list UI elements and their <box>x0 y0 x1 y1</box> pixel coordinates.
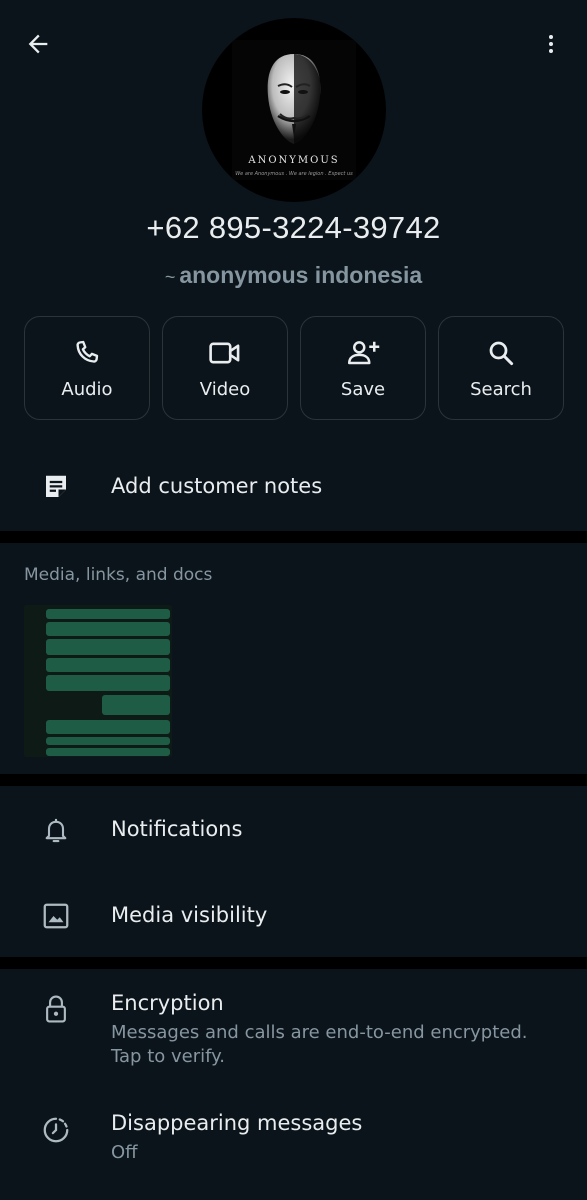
avatar-title: ANONYMOUS <box>248 155 340 166</box>
video-call-label: Video <box>199 378 251 400</box>
action-buttons: Audio Video Save Search <box>24 316 564 422</box>
search-icon <box>489 341 514 365</box>
image-icon-wrapper <box>38 898 74 934</box>
search-button[interactable]: Search <box>438 316 564 420</box>
tilde-prefix: ~ <box>164 267 176 287</box>
section-divider <box>0 531 587 543</box>
chat-bubble <box>46 639 170 655</box>
media-thumbnail[interactable] <box>24 605 172 757</box>
encryption-subtitle: Messages and calls are end-to-end encryp… <box>111 1022 528 1067</box>
disappearing-messages-status: Off <box>111 1142 138 1163</box>
video-icon <box>209 342 240 363</box>
add-customer-notes-row[interactable]: Add customer notes <box>0 452 587 522</box>
chat-bubble <box>46 622 170 636</box>
phone-icon <box>76 340 99 363</box>
chat-bubble <box>46 675 170 691</box>
add-person-icon <box>348 340 380 364</box>
disappearing-messages-title: Disappearing messages <box>111 1111 363 1135</box>
contact-push-name: ~ anonymous indonesia <box>0 262 587 289</box>
media-visibility-row[interactable]: Media visibility <box>0 876 587 956</box>
lock-icon <box>46 995 66 1023</box>
chat-bubble <box>46 748 170 756</box>
image-icon <box>43 903 69 929</box>
contact-phone-number: +62 895-3224-39742 <box>146 210 441 245</box>
push-name-text: anonymous indonesia <box>179 262 423 288</box>
note-icon-wrapper <box>38 469 74 505</box>
section-divider <box>0 957 587 969</box>
section-divider <box>0 774 587 786</box>
chat-bubble <box>46 609 170 619</box>
add-customer-notes-label: Add customer notes <box>111 474 323 498</box>
audio-call-button[interactable]: Audio <box>24 316 150 420</box>
guy-fawkes-mask-icon <box>267 54 321 144</box>
avatar-subtitle: We are Anonymous . We are legion . Expec… <box>235 171 353 177</box>
video-call-button[interactable]: Video <box>162 316 288 420</box>
arrow-left-icon <box>28 34 48 54</box>
chat-bubble <box>46 658 170 672</box>
notifications-row[interactable]: Notifications <box>0 790 587 870</box>
encryption-row[interactable]: Encryption Messages and calls are end-to… <box>0 975 587 1085</box>
chat-bubble <box>102 695 170 715</box>
search-label: Search <box>470 378 532 400</box>
avatar[interactable]: ANONYMOUS We are Anonymous . We are legi… <box>202 18 386 202</box>
save-contact-label: Save <box>340 378 386 400</box>
note-icon <box>46 475 66 497</box>
disappearing-messages-row[interactable]: Disappearing messages Off <box>0 1098 587 1178</box>
save-contact-button[interactable]: Save <box>300 316 426 420</box>
lock-icon-wrapper <box>38 991 74 1027</box>
more-vert-icon <box>549 35 553 53</box>
back-button[interactable] <box>18 24 58 64</box>
bell-icon <box>45 818 67 843</box>
chat-bubble <box>46 720 170 734</box>
media-section-title[interactable]: Media, links, and docs <box>24 565 212 585</box>
audio-call-label: Audio <box>61 378 113 400</box>
encryption-title: Encryption <box>111 991 224 1015</box>
notifications-label: Notifications <box>111 817 243 841</box>
more-options-button[interactable] <box>531 24 571 64</box>
disappearing-timer-icon <box>43 1117 69 1143</box>
bell-icon-wrapper <box>38 812 74 848</box>
chat-bubble <box>46 737 170 745</box>
media-visibility-label: Media visibility <box>111 903 268 927</box>
timer-icon-wrapper <box>38 1112 74 1148</box>
